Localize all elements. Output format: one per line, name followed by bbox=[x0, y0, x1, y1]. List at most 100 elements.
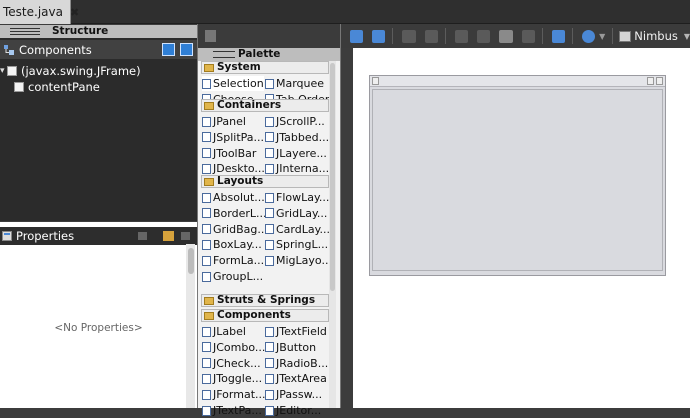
palette-list: SystemSelectionMarqueeChoose ...Tab Orde… bbox=[198, 61, 340, 417]
folder-icon bbox=[204, 63, 214, 72]
look-and-feel-selector[interactable]: Nimbus ▼ bbox=[619, 29, 690, 43]
design-view-icon[interactable] bbox=[372, 29, 386, 43]
chevron-down-icon[interactable]: ▼ bbox=[599, 32, 605, 41]
structure-panel-title[interactable]: Structure bbox=[0, 25, 197, 38]
palette-item-label: JToggle... bbox=[213, 372, 263, 386]
preview-icon[interactable] bbox=[551, 29, 565, 43]
palette-item[interactable]: JLabel bbox=[202, 324, 246, 339]
palette-item[interactable]: JEditor... bbox=[265, 403, 321, 418]
palette-item[interactable]: GridBag... bbox=[202, 222, 268, 237]
source-view-icon[interactable] bbox=[350, 29, 364, 43]
palette-item[interactable]: JToolBar bbox=[202, 146, 256, 161]
folder-icon bbox=[204, 311, 214, 320]
jframe-preview[interactable] bbox=[369, 75, 666, 276]
folder-icon bbox=[204, 296, 214, 305]
drag-grip-icon[interactable] bbox=[10, 28, 40, 35]
component-icon bbox=[202, 389, 211, 400]
component-icon bbox=[202, 116, 211, 127]
folder-icon bbox=[204, 177, 214, 186]
component-icon bbox=[265, 389, 274, 400]
cut-icon[interactable] bbox=[454, 29, 469, 43]
component-icon bbox=[265, 239, 274, 250]
design-canvas[interactable] bbox=[353, 48, 690, 408]
tree-node-jframe[interactable]: ▾ (javax.swing.JFrame) bbox=[0, 63, 197, 79]
palette-item-label: GroupL... bbox=[213, 270, 264, 283]
folder-icon bbox=[204, 101, 214, 110]
palette-item[interactable]: JTextField bbox=[265, 324, 327, 339]
editor-tab-teste-java[interactable]: Teste.java ✖ bbox=[0, 0, 79, 24]
palette-scrollbar[interactable] bbox=[329, 61, 336, 408]
palette-title[interactable]: Palette bbox=[198, 48, 340, 61]
properties-scrollbar[interactable] bbox=[186, 244, 195, 408]
palette-item-label: JFormat... bbox=[213, 388, 266, 402]
expand-all-icon[interactable] bbox=[162, 43, 175, 56]
component-icon bbox=[202, 78, 211, 89]
expand-toggle-icon[interactable]: ▾ bbox=[0, 66, 7, 76]
palette-category[interactable]: Struts & Springs bbox=[201, 294, 329, 307]
collapse-all-icon[interactable] bbox=[180, 43, 193, 56]
structure-title-label: Structure bbox=[52, 25, 109, 37]
palette-category[interactable]: Containers bbox=[201, 99, 329, 112]
palette-item[interactable]: JRadioB... bbox=[265, 356, 328, 371]
palette-item[interactable]: JTextArea bbox=[265, 371, 327, 386]
palette-category[interactable]: Components bbox=[201, 309, 329, 322]
palette-category[interactable]: System bbox=[201, 61, 329, 74]
show-advanced-icon[interactable] bbox=[138, 232, 147, 240]
palette-item[interactable]: Marquee bbox=[265, 76, 324, 91]
palette-item[interactable]: JSplitPa... bbox=[202, 130, 264, 145]
palette-item[interactable]: BoxLay... bbox=[202, 237, 262, 252]
content-pane[interactable] bbox=[372, 89, 663, 271]
component-icon bbox=[202, 163, 211, 174]
palette-item-label: JInterna... bbox=[276, 162, 330, 176]
paste-icon[interactable] bbox=[499, 29, 513, 43]
palette-item[interactable]: JTabbed... bbox=[265, 130, 329, 145]
palette-item[interactable]: GridLay... bbox=[265, 206, 327, 221]
palette-item[interactable]: JCheck... bbox=[202, 356, 261, 371]
palette-item[interactable]: JPanel bbox=[202, 114, 246, 129]
scrollbar-thumb[interactable] bbox=[188, 248, 194, 274]
close-icon[interactable]: ✖ bbox=[70, 6, 79, 19]
palette-item-label: JTextField bbox=[276, 325, 327, 338]
drag-grip-icon[interactable] bbox=[213, 51, 235, 58]
palette-item[interactable]: JButton bbox=[265, 340, 316, 355]
properties-title: Properties bbox=[16, 229, 75, 243]
palette-item[interactable]: JLayere... bbox=[265, 146, 327, 161]
internationalize-icon[interactable] bbox=[581, 29, 596, 43]
palette-item[interactable]: SpringL... bbox=[265, 237, 328, 252]
palette-item[interactable]: JCombo... bbox=[202, 340, 265, 355]
component-icon bbox=[265, 405, 274, 416]
palette-item-label: JEditor... bbox=[276, 404, 322, 417]
palette-item-label: JSplitPa... bbox=[213, 130, 265, 144]
palette-item[interactable]: JTextPa... bbox=[202, 403, 262, 418]
editor-tab-label: Teste.java bbox=[3, 5, 63, 19]
palette-item[interactable]: Selection bbox=[202, 76, 264, 91]
tree-node-contentpane[interactable]: contentPane bbox=[0, 79, 197, 95]
events-icon[interactable] bbox=[163, 231, 174, 241]
menu-icon[interactable] bbox=[181, 232, 190, 240]
properties-icon bbox=[2, 231, 12, 241]
palette-item[interactable]: BorderL... bbox=[202, 206, 267, 221]
scrollbar-thumb[interactable] bbox=[330, 63, 335, 291]
palette-category-label: System bbox=[217, 61, 261, 73]
palette-item[interactable]: JToggle... bbox=[202, 371, 262, 386]
palette-item[interactable]: CardLay... bbox=[265, 222, 330, 237]
palette-item[interactable]: JPassw... bbox=[265, 387, 322, 402]
palette-item[interactable]: Absolut... bbox=[202, 190, 265, 205]
component-icon bbox=[202, 373, 211, 384]
palette-item[interactable]: JScrollP... bbox=[265, 114, 325, 129]
palette-item[interactable]: FlowLay... bbox=[265, 190, 329, 205]
palette-item[interactable]: JFormat... bbox=[202, 387, 266, 402]
palette-item-label: BoxLay... bbox=[213, 238, 262, 252]
toolbar-separator bbox=[541, 28, 543, 44]
components-tree-icon bbox=[4, 44, 14, 55]
redo-icon[interactable] bbox=[424, 29, 438, 43]
undo-icon[interactable] bbox=[402, 29, 416, 43]
palette-category[interactable]: Layouts bbox=[201, 175, 329, 188]
palette-item[interactable]: FormLa... bbox=[202, 253, 264, 268]
copy-icon[interactable] bbox=[477, 29, 491, 43]
delete-icon[interactable] bbox=[521, 29, 535, 43]
test-gui-icon[interactable] bbox=[205, 30, 216, 42]
palette-item[interactable]: MigLayo... bbox=[265, 253, 332, 268]
editor-toolbar: ▼ Nimbus ▼ bbox=[341, 24, 690, 48]
palette-item[interactable]: GroupL... bbox=[202, 269, 263, 284]
